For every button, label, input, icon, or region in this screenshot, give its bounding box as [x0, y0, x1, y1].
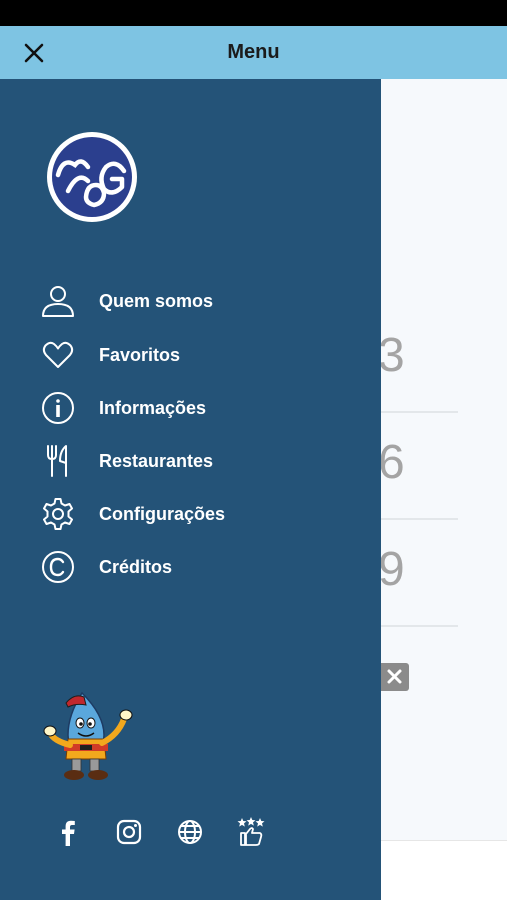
menu-item-label: Créditos: [99, 557, 173, 577]
divider: [380, 625, 458, 627]
header-title: Menu: [227, 41, 280, 63]
menu-item-label: Informações: [99, 398, 207, 418]
menu-item-favoritos[interactable]: Favoritos: [40, 333, 340, 377]
menu-item-label: Restaurantes: [99, 451, 214, 471]
instagram-icon[interactable]: [113, 816, 145, 848]
gear-icon: [43, 498, 73, 530]
bottom-area: [380, 840, 507, 901]
menu-item-informacoes[interactable]: Informações: [40, 386, 340, 430]
info-icon: [42, 392, 74, 424]
close-icon[interactable]: [18, 37, 50, 69]
copyright-icon: [42, 551, 74, 583]
delete-icon: [387, 669, 402, 684]
fork-knife-icon: [47, 445, 67, 477]
menu-item-label: Favoritos: [99, 345, 181, 365]
mascot-illustration: [43, 691, 133, 780]
menu-item-quem-somos[interactable]: Quem somos: [40, 279, 340, 323]
facebook-icon[interactable]: [52, 816, 84, 848]
menu-item-configuracoes[interactable]: Configurações: [40, 492, 340, 536]
menu-item-creditos[interactable]: Créditos: [40, 545, 340, 589]
heart-icon: [42, 341, 74, 368]
divider: [380, 411, 458, 413]
brand-logo: [47, 132, 137, 222]
status-bar: [0, 0, 507, 26]
keypad-digit: 9: [378, 543, 405, 596]
keypad-digit: 3: [378, 329, 405, 382]
delete-key: [380, 663, 409, 691]
divider: [380, 518, 458, 520]
side-drawer: Quem somos Favoritos Informações Restaur…: [0, 79, 381, 900]
globe-icon[interactable]: [174, 816, 206, 848]
header-bar: Menu: [0, 26, 507, 79]
keypad-digit: 6: [378, 436, 405, 489]
menu-item-label: Configurações: [99, 504, 226, 524]
menu-item-restaurantes[interactable]: Restaurantes: [40, 439, 340, 483]
menu-item-label: Quem somos: [99, 291, 214, 311]
person-icon: [42, 286, 74, 317]
underlying-page: 3 6 9: [378, 79, 507, 840]
rating-icon[interactable]: [235, 816, 267, 848]
